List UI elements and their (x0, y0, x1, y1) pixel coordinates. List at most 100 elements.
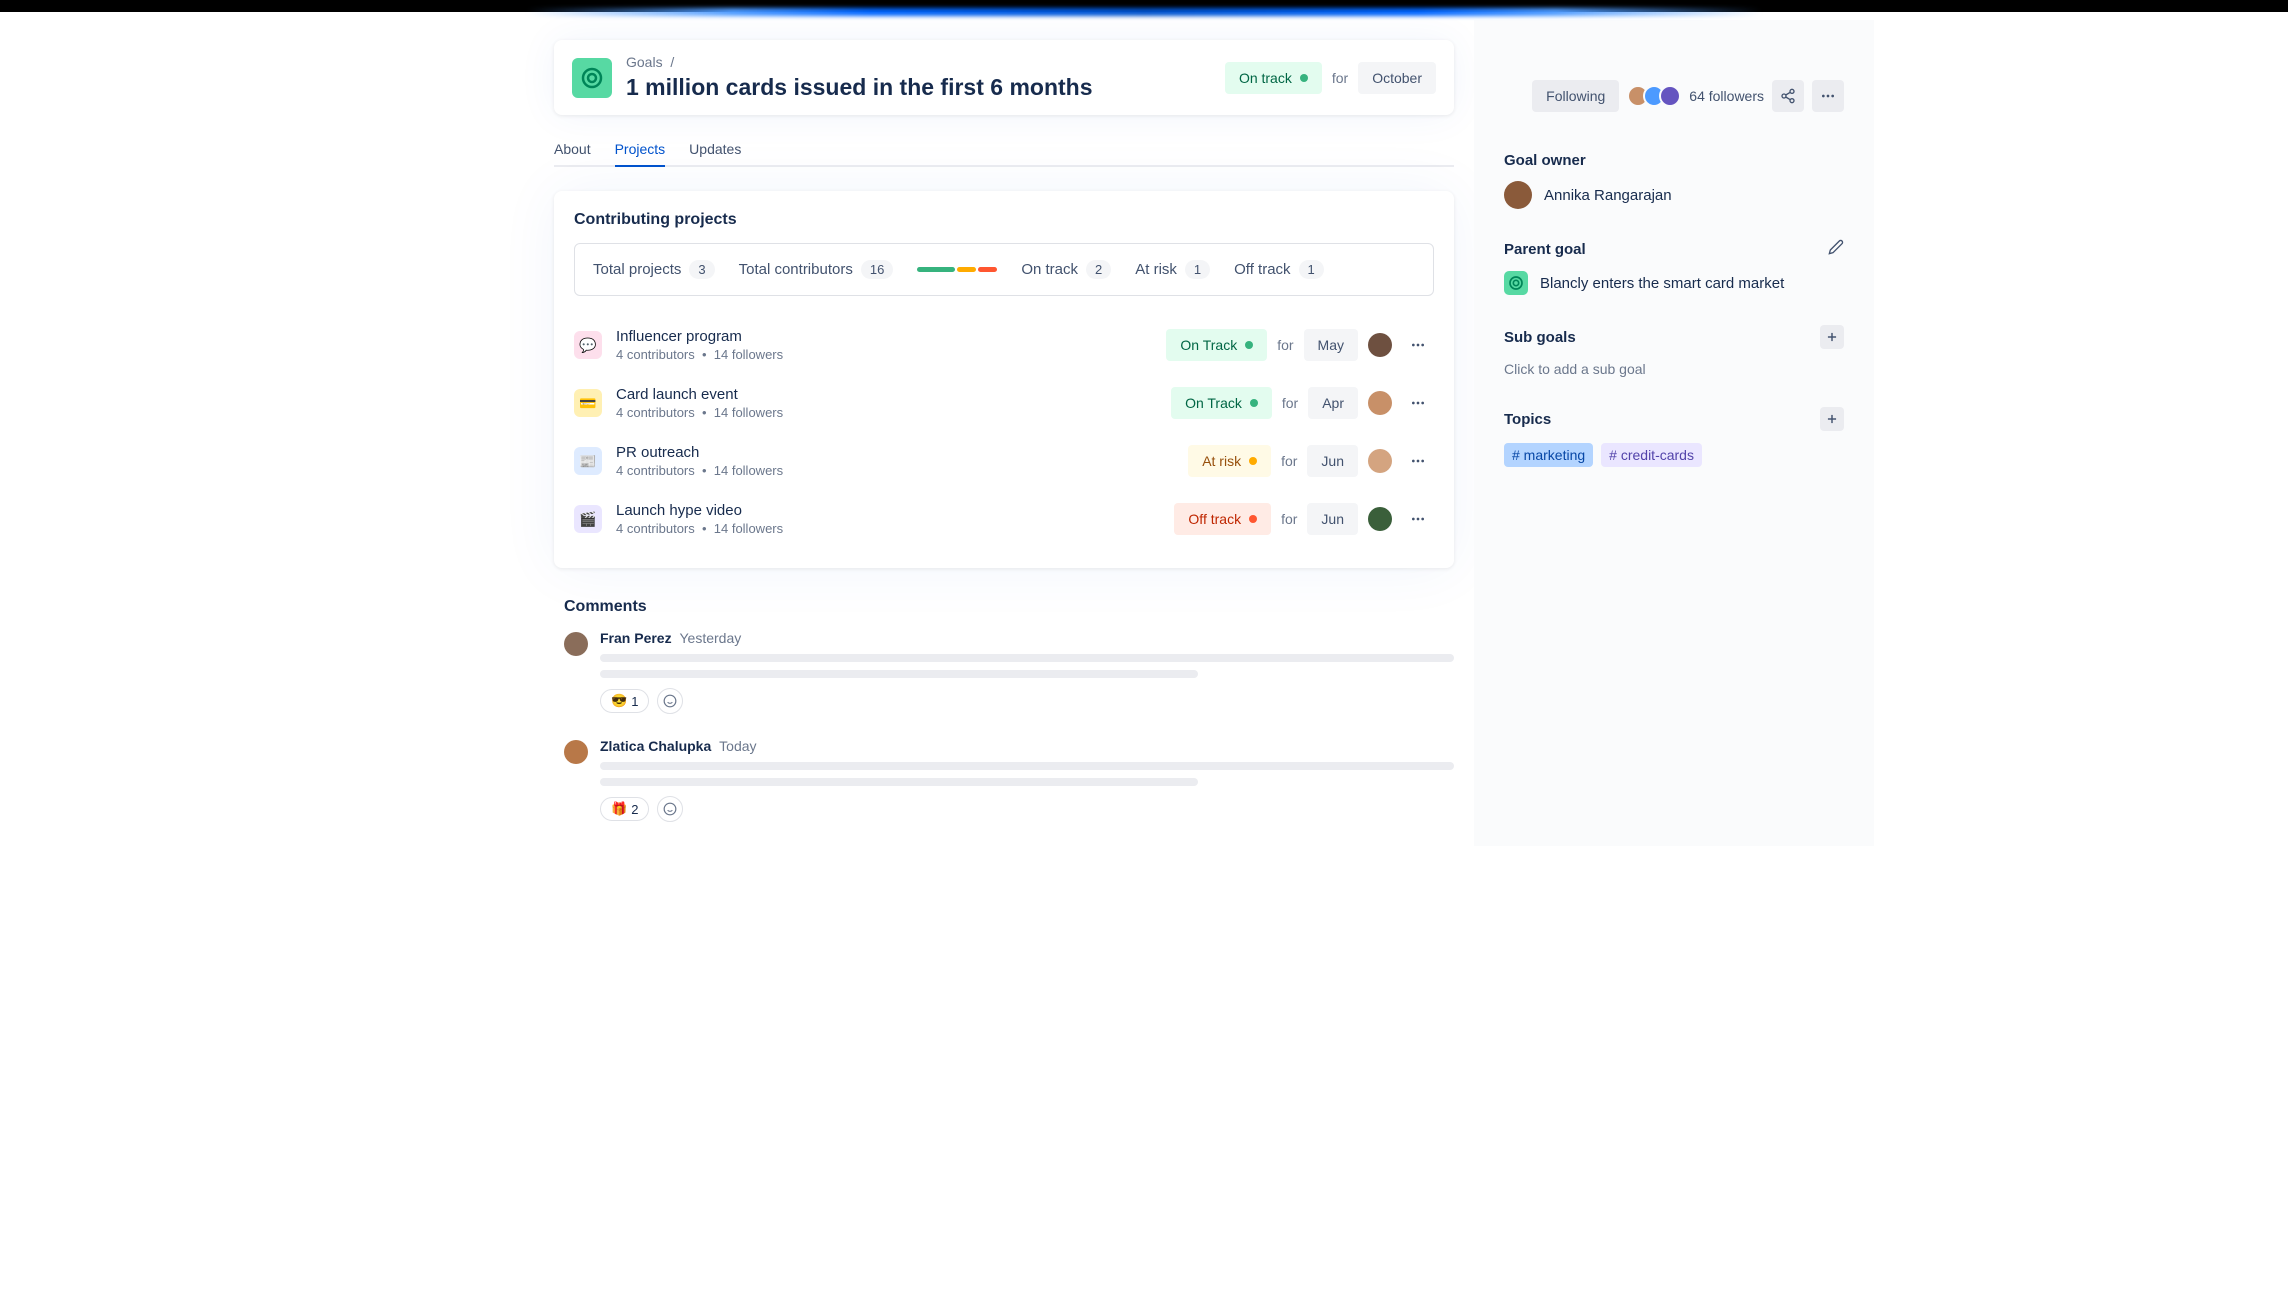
project-row[interactable]: 💳 Card launch event 4 contributors • 14 … (574, 374, 1434, 432)
project-owner-avatar[interactable] (1368, 449, 1392, 473)
add-reaction-button[interactable] (657, 688, 683, 714)
emoji-icon (663, 802, 677, 816)
project-more-button[interactable] (1402, 329, 1434, 361)
comment: Zlatica Chalupka Today 🎁2 (564, 738, 1454, 822)
parent-goal-icon (1504, 271, 1528, 295)
status-dot-icon (1249, 515, 1257, 523)
at-risk-label: At risk (1135, 261, 1177, 278)
goal-month-pill[interactable]: October (1358, 62, 1436, 94)
comment-avatar[interactable] (564, 632, 588, 656)
sub-goals-label: Sub goals (1504, 329, 1576, 346)
comment-author[interactable]: Zlatica Chalupka (600, 738, 711, 754)
total-projects-count: 3 (689, 260, 714, 279)
tab-about[interactable]: About (554, 133, 591, 165)
comment-text-placeholder (600, 762, 1454, 770)
goal-status-badge[interactable]: On track (1225, 62, 1322, 94)
parent-goal-row[interactable]: Blancly enters the smart card market (1504, 271, 1844, 295)
comment-time: Today (719, 738, 756, 754)
reaction-pill[interactable]: 🎁2 (600, 797, 649, 821)
project-meta: 4 contributors • 14 followers (616, 347, 1152, 362)
project-status-badge[interactable]: On Track (1166, 329, 1267, 361)
more-button[interactable] (1812, 80, 1844, 112)
followers-count[interactable]: 64 followers (1689, 88, 1764, 104)
tab-updates[interactable]: Updates (689, 133, 741, 165)
comment-text-placeholder (600, 654, 1454, 662)
followers-avatar-stack[interactable] (1627, 85, 1681, 107)
goal-owner-row[interactable]: Annika Rangarajan (1504, 181, 1844, 209)
off-track-count: 1 (1299, 260, 1324, 279)
share-button[interactable] (1772, 80, 1804, 112)
comment-avatar[interactable] (564, 740, 588, 764)
project-status-badge[interactable]: At risk (1188, 445, 1271, 477)
emoji-icon (663, 694, 677, 708)
project-more-button[interactable] (1402, 387, 1434, 419)
contributing-projects-title: Contributing projects (574, 211, 1434, 229)
project-more-button[interactable] (1402, 445, 1434, 477)
edit-parent-goal-button[interactable] (1828, 239, 1844, 259)
tab-projects[interactable]: Projects (615, 133, 666, 165)
topics-label: Topics (1504, 411, 1551, 428)
parent-goal-label: Parent goal (1504, 241, 1586, 258)
add-sub-goal-button[interactable] (1820, 325, 1844, 349)
comments-title: Comments (564, 598, 1454, 616)
comment-time: Yesterday (679, 630, 741, 646)
project-name: Card launch event (616, 386, 1157, 403)
project-status-badge[interactable]: Off track (1174, 503, 1271, 535)
status-dot-icon (1250, 399, 1258, 407)
plus-icon (1825, 330, 1839, 344)
more-icon (1410, 337, 1426, 353)
project-meta: 4 contributors • 14 followers (616, 405, 1157, 420)
project-name: Influencer program (616, 328, 1152, 345)
goal-header: Goals / 1 million cards issued in the fi… (554, 40, 1454, 115)
total-projects-label: Total projects (593, 261, 681, 278)
comment-text-placeholder (600, 670, 1198, 678)
project-owner-avatar[interactable] (1368, 333, 1392, 357)
project-month-pill[interactable]: Apr (1308, 387, 1358, 419)
for-label: for (1332, 70, 1348, 86)
project-icon: 💳 (574, 389, 602, 417)
comment: Fran Perez Yesterday 😎1 (564, 630, 1454, 714)
more-icon (1410, 395, 1426, 411)
add-topic-button[interactable] (1820, 407, 1844, 431)
more-icon (1820, 88, 1836, 104)
project-owner-avatar[interactable] (1368, 391, 1392, 415)
project-row[interactable]: 📰 PR outreach 4 contributors • 14 follow… (574, 432, 1434, 490)
total-contributors-label: Total contributors (739, 261, 853, 278)
topic-tag[interactable]: # marketing (1504, 443, 1593, 467)
topic-tag[interactable]: # credit-cards (1601, 443, 1702, 467)
for-label: for (1277, 337, 1293, 353)
total-contributors-count: 16 (861, 260, 893, 279)
project-icon: 💬 (574, 331, 602, 359)
project-status-badge[interactable]: On Track (1171, 387, 1272, 419)
share-icon (1780, 88, 1796, 104)
more-icon (1410, 511, 1426, 527)
add-reaction-button[interactable] (657, 796, 683, 822)
project-row[interactable]: 🎬 Launch hype video 4 contributors • 14 … (574, 490, 1434, 548)
status-dot-icon (1245, 341, 1253, 349)
project-row[interactable]: 💬 Influencer program 4 contributors • 14… (574, 316, 1434, 374)
project-month-pill[interactable]: Jun (1307, 445, 1358, 477)
project-month-pill[interactable]: May (1304, 329, 1358, 361)
project-owner-avatar[interactable] (1368, 507, 1392, 531)
project-meta: 4 contributors • 14 followers (616, 521, 1160, 536)
tabs: About Projects Updates (554, 133, 1454, 167)
project-more-button[interactable] (1402, 503, 1434, 535)
comment-author[interactable]: Fran Perez (600, 630, 672, 646)
following-button[interactable]: Following (1532, 80, 1619, 112)
project-month-pill[interactable]: Jun (1307, 503, 1358, 535)
progress-bar-icon (917, 267, 997, 272)
on-track-label: On track (1021, 261, 1078, 278)
owner-name: Annika Rangarajan (1544, 187, 1672, 204)
plus-icon (1825, 412, 1839, 426)
breadcrumb: Goals / (626, 54, 1211, 70)
more-icon (1410, 453, 1426, 469)
on-track-count: 2 (1086, 260, 1111, 279)
goal-icon (572, 58, 612, 98)
breadcrumb-goals[interactable]: Goals (626, 54, 663, 70)
add-sub-goal-placeholder[interactable]: Click to add a sub goal (1504, 361, 1844, 377)
contributing-projects-card: Contributing projects Total projects 3 T… (554, 191, 1454, 568)
project-meta: 4 contributors • 14 followers (616, 463, 1174, 478)
status-dot-icon (1300, 74, 1308, 82)
goal-owner-label: Goal owner (1504, 152, 1844, 169)
reaction-pill[interactable]: 😎1 (600, 689, 649, 713)
